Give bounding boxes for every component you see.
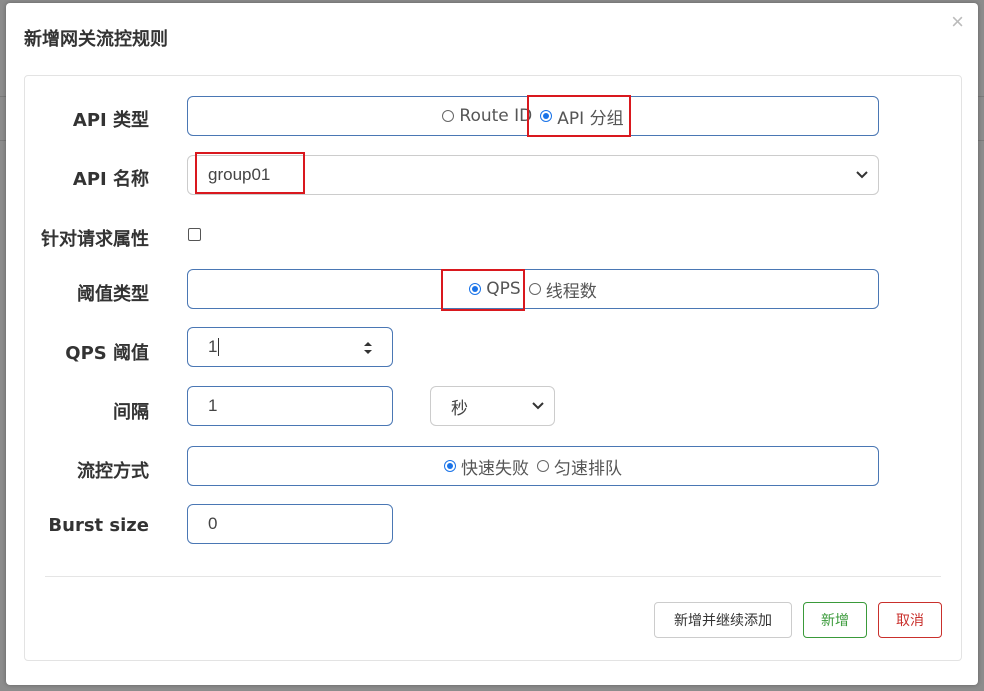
burst-size-label: Burst size (48, 515, 149, 536)
radio-selected-icon (444, 460, 456, 472)
radio-thread-count[interactable]: 线程数 (528, 277, 597, 302)
highlight-box (441, 269, 525, 311)
radio-route-id[interactable]: Route ID (442, 106, 532, 126)
radio-circle-icon (528, 283, 541, 295)
qps-threshold-label: QPS 阈值 (65, 343, 149, 364)
chevron-down-icon (856, 156, 868, 194)
qps-threshold-value: 1 (208, 337, 220, 356)
request-attr-label: 针对请求属性 (41, 229, 149, 250)
interval-unit-select[interactable]: 秒 (430, 386, 555, 426)
radio-fast-fail[interactable]: 快速失败 (444, 454, 529, 479)
add-button[interactable]: 新增 (803, 602, 867, 638)
radio-rate-limiter[interactable]: 匀速排队 (537, 454, 622, 479)
watermark: CSDN @李鲤驴。 (845, 665, 976, 684)
radio-circle-icon (537, 460, 549, 472)
interval-input[interactable]: 1 (187, 386, 393, 426)
radio-route-id-label: Route ID (459, 106, 533, 126)
api-type-label: API 类型 (72, 110, 149, 131)
request-attr-checkbox[interactable] (188, 228, 201, 241)
radio-thread-count-label: 线程数 (545, 281, 597, 302)
control-behavior-radio-group: 快速失败 匀速排队 (187, 446, 879, 486)
form-panel: API 类型 Route ID API 分组 API 名称 group01 针对… (24, 75, 962, 661)
cancel-button[interactable]: 取消 (878, 602, 942, 638)
threshold-type-radio-group: QPS 线程数 (187, 269, 879, 309)
highlight-box (527, 95, 631, 137)
interval-value: 1 (208, 396, 218, 415)
gateway-flow-rule-dialog: 新增网关流控规则 × API 类型 Route ID API 分组 API 名称… (6, 3, 978, 685)
api-name-label: API 名称 (72, 169, 149, 190)
qps-threshold-input[interactable]: 1 (187, 327, 393, 367)
dialog-title: 新增网关流控规则 (24, 29, 168, 50)
chevron-down-icon (532, 387, 544, 425)
add-and-continue-button[interactable]: 新增并继续添加 (654, 602, 792, 638)
radio-rate-limiter-label: 匀速排队 (554, 458, 622, 479)
threshold-type-label: 阈值类型 (77, 284, 149, 305)
stepper-icon[interactable] (362, 340, 374, 356)
close-icon[interactable]: × (951, 11, 964, 33)
highlight-box (195, 152, 305, 194)
divider (45, 576, 941, 577)
radio-fast-fail-label: 快速失败 (461, 458, 529, 479)
radio-circle-icon (442, 110, 455, 122)
burst-size-value: 0 (208, 514, 218, 533)
interval-unit-value: 秒 (451, 398, 468, 418)
interval-label: 间隔 (113, 402, 149, 423)
control-behavior-label: 流控方式 (77, 461, 149, 482)
burst-size-input[interactable]: 0 (187, 504, 393, 544)
